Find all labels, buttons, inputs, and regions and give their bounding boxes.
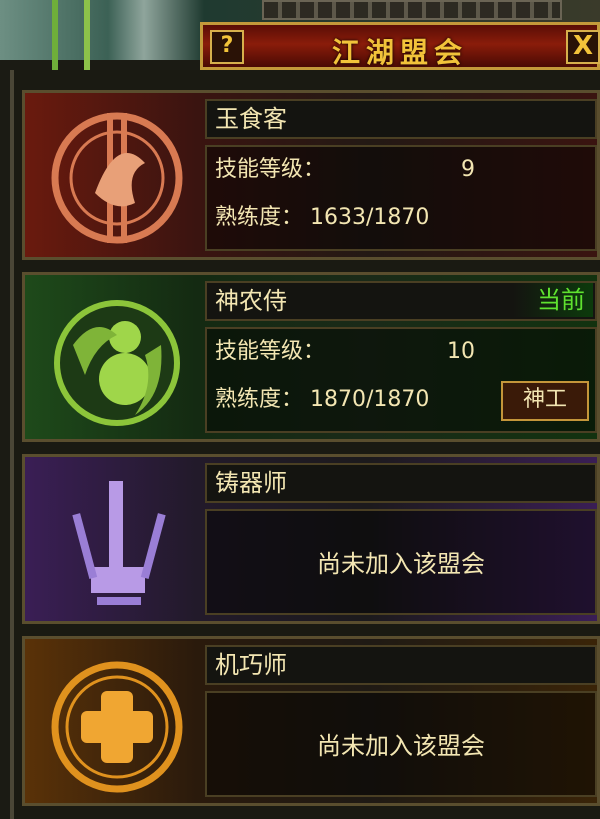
guild-card-jiqiaoshi[interactable]: 机巧师 尚未加入该盟会 xyxy=(22,636,600,806)
guild-name-text: 神农侍 xyxy=(215,287,287,315)
skill-level-label: 技能等级： xyxy=(215,339,326,364)
phoenix-emblem-icon xyxy=(51,112,183,244)
guild-card-zhuqishi[interactable]: 铸器师 尚未加入该盟会 xyxy=(22,454,600,624)
proficiency-row: 熟练度： 1870/1870 xyxy=(215,383,429,417)
guild-emblem xyxy=(25,457,200,621)
window-title: 江湖盟会 xyxy=(331,36,468,69)
guild-card-yushike[interactable]: 玉食客 技能等级： 9 熟练度： 1633/1870 xyxy=(22,90,600,260)
not-joined-text: 尚未加入该盟会 xyxy=(317,550,485,578)
shengong-button[interactable]: 神工 xyxy=(501,381,589,421)
bamboo-decoration xyxy=(52,0,58,70)
guild-emblem xyxy=(25,275,200,439)
proficiency-label: 熟练度： xyxy=(215,205,304,230)
gear-emblem-icon xyxy=(51,661,183,793)
top-ornament xyxy=(262,0,562,20)
guild-name: 玉食客 xyxy=(205,99,597,139)
guild-emblem xyxy=(25,639,200,803)
hammer-emblem-icon xyxy=(72,481,166,605)
not-joined-text: 尚未加入该盟会 xyxy=(317,732,485,760)
proficiency-row: 熟练度： 1633/1870 xyxy=(215,201,429,235)
proficiency-label: 熟练度： xyxy=(215,387,304,412)
skill-level-value: 9 xyxy=(461,157,475,182)
gourd-emblem-icon xyxy=(54,300,180,426)
guild-info: 技能等级： 9 熟练度： 1633/1870 xyxy=(205,145,597,251)
bamboo-decoration xyxy=(84,0,90,70)
title-bar: 江湖盟会 xyxy=(200,22,600,70)
guild-card-shennongshi[interactable]: 神农侍 当前 技能等级： 10 熟练度： 1870/1870 神工 xyxy=(22,272,600,442)
guild-name: 机巧师 xyxy=(205,645,597,685)
guild-info: 技能等级： 10 熟练度： 1870/1870 神工 xyxy=(205,327,597,433)
help-button[interactable]: ? xyxy=(210,30,244,64)
skill-level-value: 10 xyxy=(447,339,475,364)
guild-name: 铸器师 xyxy=(205,463,597,503)
proficiency-value: 1870/1870 xyxy=(310,387,430,412)
skill-level-row: 技能等级： 10 xyxy=(215,335,475,369)
guild-info: 尚未加入该盟会 xyxy=(205,691,597,797)
close-button[interactable]: X xyxy=(566,30,600,64)
current-status-badge: 当前 xyxy=(513,283,593,317)
skill-level-label: 技能等级： xyxy=(215,157,326,182)
guild-info: 尚未加入该盟会 xyxy=(205,509,597,615)
proficiency-value: 1633/1870 xyxy=(310,205,430,230)
skill-level-row: 技能等级： 9 xyxy=(215,153,475,187)
guild-emblem xyxy=(25,93,200,257)
